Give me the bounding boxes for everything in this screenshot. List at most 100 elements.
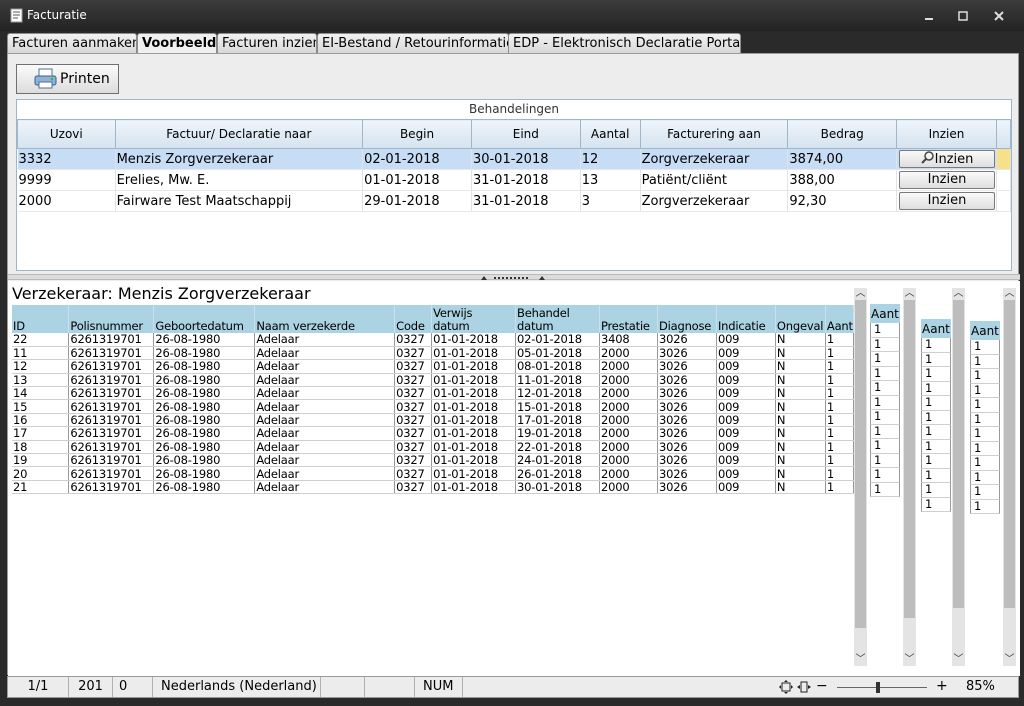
title-bar: Facturatie [0, 0, 1024, 31]
tab-facturen-aanmaken[interactable]: Facturen aanmaken [7, 33, 137, 53]
scroll-up-icon[interactable]: ︿ [1003, 288, 1016, 300]
inzien-button[interactable]: Inzien [898, 171, 995, 189]
scroll-down-icon[interactable]: ﹀ [854, 654, 867, 666]
tab-voorbeeld[interactable]: Voorbeeld [137, 33, 217, 54]
preview-scrollbar-2[interactable]: ︿ ﹀ [903, 288, 916, 666]
scroll-thumb[interactable] [1004, 300, 1015, 608]
tab-edp[interactable]: EDP - Elektronisch Declaratie Portaal [508, 33, 741, 53]
fit-page-icon[interactable] [779, 680, 793, 694]
col-header-uzovi[interactable]: Uzovi [17, 119, 116, 149]
cell-code: 0327 [394, 359, 433, 374]
cell-indicatie: 009 [716, 399, 776, 414]
table-row: 11 6261319701 26-08-1980 Adelaar 0327 01-01-2… [12, 346, 854, 361]
cell-polis: 6261319701 [68, 480, 155, 495]
zoom-out-button[interactable]: − [816, 678, 828, 694]
col-header-prestatie: Prestatie [599, 305, 658, 333]
cell-prestatie: 2000 [599, 466, 658, 481]
cell-facturering: Zorgverzekeraar [640, 148, 789, 170]
cell-prestatie: 2000 [599, 480, 658, 495]
cell-verwijs: 01-01-2018 [431, 386, 517, 401]
table-row: 19 6261319701 26-08-1980 Adelaar 0327 01-01-2… [12, 453, 854, 468]
col-header-aantal[interactable]: Aantal [579, 119, 641, 149]
cell-id: 18 [12, 440, 70, 455]
printer-icon [34, 68, 57, 89]
scroll-down-icon[interactable]: ﹀ [903, 654, 916, 666]
inzien-button[interactable]: Inzien [898, 192, 995, 210]
zoom-in-button[interactable]: + [936, 678, 948, 694]
side-panel-cell: 1 [970, 383, 1000, 398]
cell-naam: Adelaar [254, 453, 396, 468]
scroll-down-icon[interactable]: ﹀ [952, 654, 965, 666]
treatment-row[interactable]: 2000 Fairware Test Maatschappij 29-01-20… [17, 190, 1012, 212]
col-header-behandeldatum: Behandel datum [515, 305, 600, 333]
cell-ongeval: N [775, 480, 826, 495]
cell-behandel: 22-01-2018 [515, 440, 600, 455]
page-width-icon[interactable] [797, 680, 811, 694]
cell-polis: 6261319701 [68, 373, 155, 388]
tab-ei-bestand[interactable]: EI-Bestand / Retourinformatie [317, 33, 509, 53]
side-panel-cell: 1 [970, 354, 1000, 369]
cell-aant: 1 [825, 386, 854, 401]
cell-geb: 26-08-1980 [153, 399, 256, 414]
status-page: 1/1 [8, 677, 69, 697]
cell-geb: 26-08-1980 [153, 373, 256, 388]
print-button[interactable]: Printen [16, 64, 119, 94]
preview-scrollbar-4[interactable]: ︿ ﹀ [1003, 288, 1016, 666]
cell-naar: Erelies, Mw. E. [115, 169, 364, 191]
col-header-inzien[interactable]: Inzien [896, 119, 997, 149]
cell-ongeval: N [775, 346, 826, 361]
tab-facturen-inzien[interactable]: Facturen inzien [217, 33, 317, 53]
preview-scrollbar-1[interactable]: ︿ ﹀ [854, 288, 867, 666]
cell-polis: 6261319701 [68, 386, 155, 401]
close-button[interactable] [986, 5, 1012, 27]
cell-naam: Adelaar [254, 359, 396, 374]
cell-diagnose: 3026 [657, 333, 717, 347]
cell-polis: 6261319701 [68, 413, 155, 428]
scroll-thumb[interactable] [904, 300, 915, 618]
scroll-down-icon[interactable]: ﹀ [1003, 654, 1016, 666]
col-header-eind[interactable]: Eind [470, 119, 581, 149]
cell-id: 19 [12, 453, 70, 468]
table-row: 22 6261319701 26-08-1980 Adelaar 0327 01-01-2… [12, 333, 854, 347]
side-panel-cell: 1 [870, 395, 900, 410]
cell-behandel: 24-01-2018 [515, 453, 600, 468]
pane-splitter[interactable] [8, 274, 1020, 280]
minimize-button[interactable] [916, 5, 942, 27]
side-panel-cell: 1 [870, 439, 900, 454]
cell-bedrag: 92,30 [787, 190, 897, 212]
cell-facturering: Zorgverzekeraar [640, 190, 789, 212]
cell-code: 0327 [394, 373, 433, 388]
cell-naar: Fairware Test Maatschappij [115, 190, 364, 212]
cell-polis: 6261319701 [68, 426, 155, 441]
side-panel-cell: 1 [921, 497, 951, 512]
status-empty-1 [321, 677, 365, 697]
col-header-begin[interactable]: Begin [362, 119, 472, 149]
cell-aantal: 3 [580, 190, 641, 212]
cell-diagnose: 3026 [657, 453, 717, 468]
zoom-slider-thumb[interactable] [876, 682, 880, 693]
maximize-button[interactable] [950, 5, 976, 27]
col-header-behandel-line1: Behandel [517, 306, 570, 320]
preview-scrollbar-3[interactable]: ︿ ﹀ [952, 288, 965, 666]
side-panel-cell: 1 [870, 323, 900, 338]
side-panel-cell: 1 [870, 424, 900, 439]
cell-verwijs: 01-01-2018 [431, 359, 517, 374]
scroll-thumb[interactable] [855, 300, 866, 628]
cell-verwijs: 01-01-2018 [431, 413, 517, 428]
zoom-slider-track[interactable] [837, 687, 927, 688]
inzien-button[interactable]: Inzien [898, 150, 995, 168]
cell-id: 20 [12, 466, 70, 481]
treatment-row[interactable]: 9999 Erelies, Mw. E. 01-01-2018 31-01-20… [17, 169, 1012, 191]
col-header-naar[interactable]: Factuur/ Declaratie naar [114, 119, 364, 149]
scroll-up-icon[interactable]: ︿ [952, 288, 965, 300]
col-header-facturering[interactable]: Facturering aan [639, 119, 789, 149]
insurer-heading: Verzekeraar: Menzis Zorgverzekeraar [12, 284, 311, 303]
scroll-up-icon[interactable]: ︿ [903, 288, 916, 300]
col-header-bedrag[interactable]: Bedrag [787, 119, 897, 149]
treatment-row[interactable]: 3332 Menzis Zorgverzekeraar 02-01-2018 3… [17, 148, 1012, 170]
scroll-thumb[interactable] [953, 300, 964, 608]
side-panel-2: Aant 1 1 1 1 1 1 1 1 1 1 1 1 [921, 319, 951, 519]
cell-code: 0327 [394, 386, 433, 401]
scroll-up-icon[interactable]: ︿ [854, 288, 867, 300]
preview-pane: Verzekeraar: Menzis Zorgverzekeraar ID P… [8, 281, 1020, 676]
